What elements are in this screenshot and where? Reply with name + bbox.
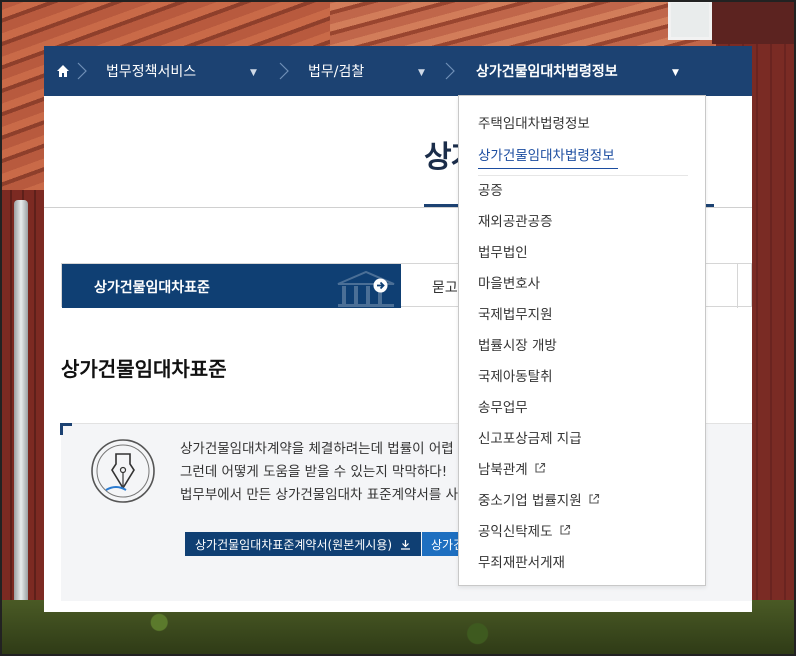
caret-down-icon[interactable]: ▼ [250, 68, 257, 78]
dropdown-item-sme-legal[interactable]: 중소기업 법률지원 [478, 489, 600, 509]
chevron-right-icon [279, 62, 289, 80]
dropdown-item-public-trust[interactable]: 공익신탁제도 [478, 520, 571, 540]
secondary-download-button[interactable]: 상가건 [422, 532, 462, 556]
dropdown-item-village-lawyer[interactable]: 마을변호사 [478, 272, 540, 292]
caret-down-icon[interactable]: ▼ [418, 68, 425, 78]
dropdown-item-legal-market[interactable]: 법률시장 개방 [478, 334, 557, 354]
tab-commercial-lease-standard[interactable]: 상가건물임대차표준 [62, 264, 401, 308]
caret-down-icon[interactable]: ▼ [672, 68, 679, 78]
info-text: 상가건물임대차계약을 체결하려는데 법률이 어렵 그런데 어떻게 도움을 받을 … [180, 441, 458, 503]
download-icon [401, 539, 411, 550]
dropdown-divider [478, 175, 688, 176]
external-link-icon [559, 524, 570, 535]
chevron-right-icon [445, 62, 455, 80]
chevron-right-icon [77, 62, 87, 80]
arrow-circle-right-icon [373, 278, 388, 293]
dropdown-item-overseas-notary[interactable]: 재외공관공증 [478, 210, 553, 230]
dropdown-item-acquittal[interactable]: 무죄재판서게재 [478, 551, 565, 571]
dropdown-item-inter-korean[interactable]: 남북관계 [478, 458, 546, 478]
dropdown-item-housing-lease[interactable]: 주택임대차법령정보 [478, 112, 590, 132]
download-standard-contract-button[interactable]: 상가건물임대차표준계약서(원본게시용) [185, 532, 422, 556]
breadcrumb-item-commercial-lease[interactable]: 상가건물임대차법령정보 [476, 46, 618, 96]
dropdown-item-notary[interactable]: 공증 [478, 179, 503, 199]
tab-divider [737, 264, 738, 308]
breadcrumb-item-prosecution[interactable]: 법무/검찰 [308, 46, 364, 96]
corner-accent [60, 423, 72, 435]
breadcrumb-navbar: 법무정책서비스 ▼ 법무/검찰 ▼ 상가건물임대차법령정보 ▼ [44, 46, 752, 96]
external-link-icon [535, 462, 545, 473]
dropdown-item-reward[interactable]: 신고포상금제 지급 [478, 427, 582, 447]
dropdown-item-litigation[interactable]: 송무업무 [478, 396, 528, 416]
breadcrumb-dropdown-menu: 주택임대차법령정보 상가건물임대차법령정보 공증 재외공관공증 법무법인 마을변… [458, 95, 706, 586]
dropdown-item-law-firm[interactable]: 법무법인 [478, 241, 528, 261]
dropdown-item-commercial-lease[interactable]: 상가건물임대차법령정보 [478, 144, 615, 164]
external-link-icon [589, 493, 599, 504]
active-underline [478, 168, 618, 169]
building-icon [337, 270, 395, 307]
dropdown-item-international-legal[interactable]: 국제법무지원 [478, 303, 553, 323]
breadcrumb-item-policy-services[interactable]: 법무정책서비스 [106, 46, 196, 96]
home-icon[interactable] [56, 64, 70, 78]
dropdown-item-child-abduction[interactable]: 국제아동탈취 [478, 365, 553, 385]
tab-qna[interactable]: 묻고 [432, 277, 458, 297]
section-title: 상가건물임대차표준 [61, 357, 227, 381]
fountain-pen-icon [91, 439, 155, 503]
